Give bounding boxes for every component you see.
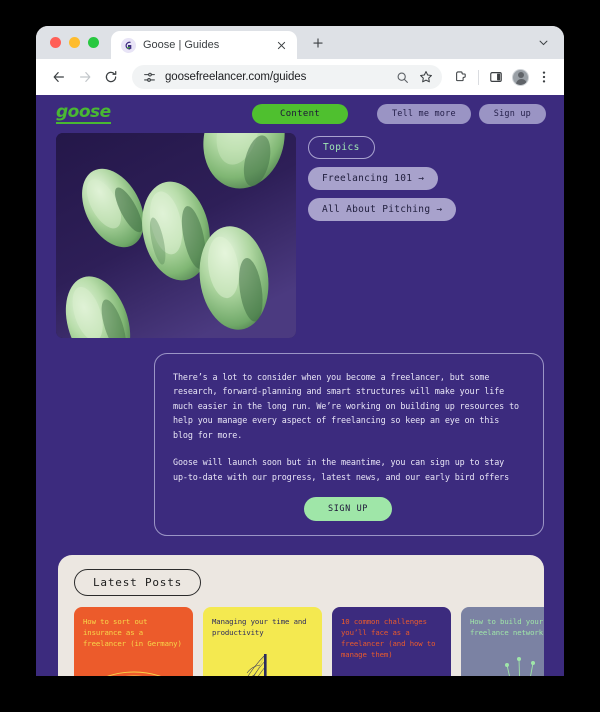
new-tab-button[interactable] [308,33,328,53]
post-card[interactable]: Managing your time and productivity [203,607,322,676]
signup-wrap: SIGN UP [173,497,523,522]
intro-card: There’s a lot to consider when you becom… [154,353,544,537]
url-text: goosefreelancer.com/guides [165,71,307,83]
site-logo[interactable]: goose [56,104,111,124]
nav-content-button[interactable]: Content [251,104,349,124]
side-panel-icon[interactable] [485,66,507,88]
post-card[interactable]: 10 common challenges you’ll face as a fr… [332,607,451,676]
hero-image [56,133,296,338]
post-title: Managing your time and productivity [212,617,307,638]
maximize-window-button[interactable] [88,37,99,48]
post-card[interactable]: How to sort out insurance as a freelance… [74,607,193,676]
close-window-button[interactable] [50,37,61,48]
latest-posts-panel: Latest Posts How to sort out insurance a… [58,555,544,676]
browser-toolbar: goosefreelancer.com/guides [36,59,564,95]
toolbar-divider [478,69,479,85]
bookmark-star-icon[interactable] [418,70,433,85]
minimize-window-button[interactable] [69,37,80,48]
browser-tab[interactable]: Goose | Guides [111,31,297,59]
sign-up-button[interactable]: Sign up [478,104,546,124]
window-controls [36,37,111,59]
site-settings-icon[interactable] [142,70,157,85]
extensions-puzzle-icon[interactable] [450,66,472,88]
browser-window: Goose | Guides goosefreelancer.com/guide… [36,26,564,676]
latest-posts-heading: Latest Posts [74,569,202,597]
tab-strip: Goose | Guides [36,26,564,59]
forward-button[interactable] [73,65,97,89]
topic-all-about-pitching[interactable]: All About Pitching → [308,198,457,221]
profile-avatar[interactable] [509,66,531,88]
intro-paragraph-1: There’s a lot to consider when you becom… [173,372,519,440]
tab-strip-right [532,31,564,59]
post-card[interactable]: How to build your freelance network [461,607,544,676]
back-button[interactable] [47,65,71,89]
post-title: 10 common challenges you’ll face as a fr… [341,617,436,660]
close-tab-icon[interactable] [273,37,289,53]
post-title: How to build your freelance network [470,617,543,638]
header-actions: Tell me more Sign up [376,104,546,124]
post-cards: How to sort out insurance as a freelance… [74,607,544,676]
address-bar[interactable]: goosefreelancer.com/guides [132,65,442,89]
post-artwork-concentric-arcs-icon [74,649,193,676]
site-header: goose Content Tell me more Sign up [36,95,564,133]
post-artwork-wireframe-cone-icon [203,649,322,676]
search-icon[interactable] [395,70,410,85]
intro-paragraph-2: Goose will launch soon but in the meanti… [173,457,510,482]
goose-favicon-icon [121,37,136,53]
three-dot-menu-icon[interactable] [533,66,555,88]
hero-row: Topics Freelancing 101 → All About Pitch… [36,133,564,338]
post-artwork-burst-network-icon [461,649,544,676]
page-content: goose Content Tell me more Sign up Topic… [36,95,564,676]
post-title: How to sort out insurance as a freelance… [83,617,182,649]
tab-search-chevron-down-icon[interactable] [532,31,554,53]
sign-up-cta-button[interactable]: SIGN UP [303,497,393,522]
reload-button[interactable] [99,65,123,89]
topics-heading[interactable]: Topics [308,136,375,159]
tell-me-more-button[interactable]: Tell me more [376,104,471,124]
topics-column: Topics Freelancing 101 → All About Pitch… [308,133,457,338]
topic-freelancing-101[interactable]: Freelancing 101 → [308,167,439,190]
tab-title: Goose | Guides [143,39,220,51]
